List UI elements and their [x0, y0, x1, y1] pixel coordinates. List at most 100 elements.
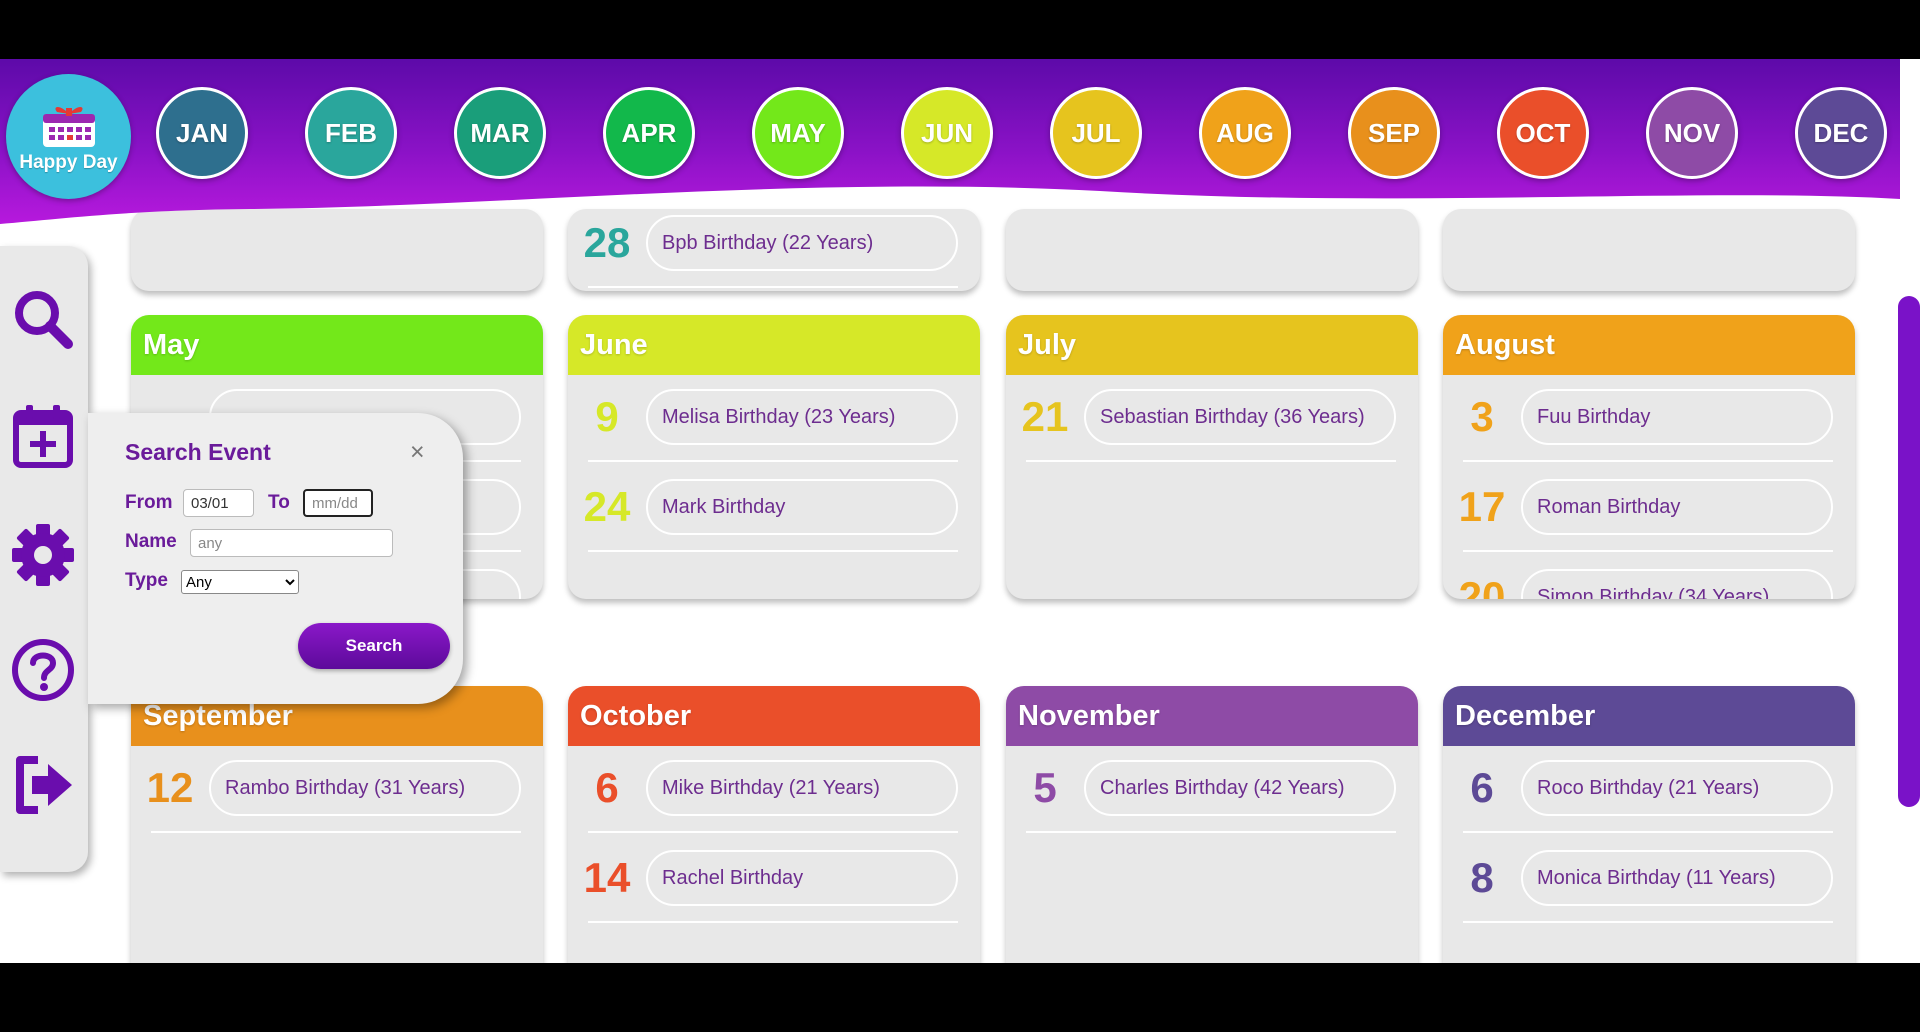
search-icon[interactable]	[10, 286, 76, 352]
month-card-title: December	[1443, 686, 1855, 746]
event-divider	[1026, 831, 1396, 833]
event-divider	[1463, 550, 1833, 552]
event-divider	[1463, 460, 1833, 462]
event-row: 8 Monica Birthday (11 Years)	[1443, 836, 1855, 926]
event-day: 24	[583, 483, 631, 530]
month-card-september: September 12 Rambo Birthday (31 Years)	[131, 686, 543, 963]
close-icon[interactable]: ×	[410, 438, 425, 467]
from-date-input[interactable]	[183, 489, 254, 517]
month-button-may[interactable]: MAY	[752, 87, 844, 179]
event-day: 6	[595, 764, 619, 811]
from-label: From	[125, 492, 173, 513]
logout-icon[interactable]	[10, 752, 76, 818]
month-button-sep[interactable]: SEP	[1348, 87, 1440, 179]
event-divider	[588, 831, 958, 833]
scrollbar-thumb[interactable]	[1898, 296, 1920, 807]
event-divider	[588, 286, 958, 288]
month-header: Happy Day JAN FEB MAR APR MAY JUN JUL AUG SEP OCT…	[0, 59, 1900, 225]
event-day: 28	[583, 219, 631, 266]
name-input[interactable]	[190, 529, 393, 557]
month-card-july: July 21 Sebastian Birthday (36 Years)	[1006, 315, 1418, 599]
month-button-dec[interactable]: DEC	[1795, 87, 1887, 179]
type-label: Type	[125, 570, 168, 591]
event-row: 3 Fuu Birthday	[1443, 375, 1855, 465]
event-divider	[1463, 921, 1833, 923]
sidebar	[0, 246, 88, 872]
event-divider	[588, 550, 958, 552]
month-button-jun[interactable]: JUN	[901, 87, 993, 179]
event-day: 12	[146, 764, 194, 811]
event-pill[interactable]: Simon Birthday (34 Years)	[1521, 569, 1833, 599]
event-day: 21	[1021, 393, 1069, 440]
month-card-title: July	[1006, 315, 1418, 375]
event-pill[interactable]: Mike Birthday (21 Years)	[646, 760, 958, 816]
search-button[interactable]: Search	[298, 623, 450, 669]
month-button-mar[interactable]: MAR	[454, 87, 546, 179]
month-button-jan[interactable]: JAN	[156, 87, 248, 179]
month-card-title: June	[568, 315, 980, 375]
happy-day-logo[interactable]: Happy Day	[6, 74, 131, 199]
event-row: 12 Rambo Birthday (31 Years)	[131, 746, 543, 836]
name-label: Name	[125, 531, 177, 552]
to-label: To	[268, 492, 290, 513]
month-card-title: May	[131, 315, 543, 375]
settings-icon[interactable]	[10, 522, 76, 588]
month-card-october: October 6 Mike Birthday (21 Years) 14 Rachel…	[568, 686, 980, 963]
month-card-june: June 9 Melisa Birthday (23 Years) 24 Mark Bi…	[568, 315, 980, 599]
event-pill[interactable]: Monica Birthday (11 Years)	[1521, 850, 1833, 906]
month-card-title: November	[1006, 686, 1418, 746]
month-card-title: August	[1443, 315, 1855, 375]
month-button-aug[interactable]: AUG	[1199, 87, 1291, 179]
event-row: 20 Simon Birthday (34 Years)	[1443, 555, 1855, 599]
help-icon[interactable]	[10, 637, 76, 703]
event-divider	[588, 921, 958, 923]
event-row: 6 Mike Birthday (21 Years)	[568, 746, 980, 836]
event-row: 6 Roco Birthday (21 Years)	[1443, 746, 1855, 836]
event-divider	[151, 831, 521, 833]
popup-title: Search Event	[125, 439, 271, 465]
event-row: 14 Rachel Birthday	[568, 836, 980, 926]
event-row: 21 Sebastian Birthday (36 Years)	[1006, 375, 1418, 465]
logo-text: Happy Day	[19, 151, 118, 173]
event-row: 24 Mark Birthday	[568, 465, 980, 555]
event-day: 5	[1033, 764, 1057, 811]
event-divider	[588, 460, 958, 462]
event-day: 20	[1458, 573, 1506, 599]
event-day: 8	[1470, 854, 1494, 901]
event-pill[interactable]: Fuu Birthday	[1521, 389, 1833, 445]
event-day: 3	[1470, 393, 1494, 440]
event-pill[interactable]: Roman Birthday	[1521, 479, 1833, 535]
type-select[interactable]: Any	[181, 570, 299, 594]
add-event-icon[interactable]	[10, 403, 76, 469]
month-button-feb[interactable]: FEB	[305, 87, 397, 179]
event-pill[interactable]: Roco Birthday (21 Years)	[1521, 760, 1833, 816]
event-pill[interactable]: Rambo Birthday (31 Years)	[209, 760, 521, 816]
month-button-apr[interactable]: APR	[603, 87, 695, 179]
gift-calendar-icon	[42, 106, 95, 147]
event-divider	[1026, 460, 1396, 462]
event-pill[interactable]: Melisa Birthday (23 Years)	[646, 389, 958, 445]
app-viewport: 28 Bpb Birthday (22 Years) May June 9 Melis…	[0, 59, 1920, 963]
month-button-nov[interactable]: NOV	[1646, 87, 1738, 179]
search-event-popup: Search Event × From To Name Type Any Sea…	[88, 413, 463, 704]
event-pill[interactable]: Sebastian Birthday (36 Years)	[1084, 389, 1396, 445]
event-divider	[1463, 831, 1833, 833]
event-day: 9	[595, 393, 619, 440]
event-pill[interactable]: Charles Birthday (42 Years)	[1084, 760, 1396, 816]
event-row: 9 Melisa Birthday (23 Years)	[568, 375, 980, 465]
to-date-input[interactable]	[303, 489, 373, 517]
screen: 28 Bpb Birthday (22 Years) May June 9 Melis…	[0, 0, 1920, 1032]
event-pill[interactable]: Rachel Birthday	[646, 850, 958, 906]
event-day: 14	[583, 854, 631, 901]
month-button-oct[interactable]: OCT	[1497, 87, 1589, 179]
event-row: 17 Roman Birthday	[1443, 465, 1855, 555]
month-card-november: November 5 Charles Birthday (42 Years)	[1006, 686, 1418, 963]
event-pill[interactable]: Mark Birthday	[646, 479, 958, 535]
month-card-title: October	[568, 686, 980, 746]
month-card-august: August 3 Fuu Birthday 17 Roman Birthday 20 Sim…	[1443, 315, 1855, 599]
month-button-jul[interactable]: JUL	[1050, 87, 1142, 179]
event-day: 17	[1458, 483, 1506, 530]
event-day: 6	[1470, 764, 1494, 811]
month-card-december: December 6 Roco Birthday (21 Years) 8 Monica…	[1443, 686, 1855, 963]
event-row: 5 Charles Birthday (42 Years)	[1006, 746, 1418, 836]
